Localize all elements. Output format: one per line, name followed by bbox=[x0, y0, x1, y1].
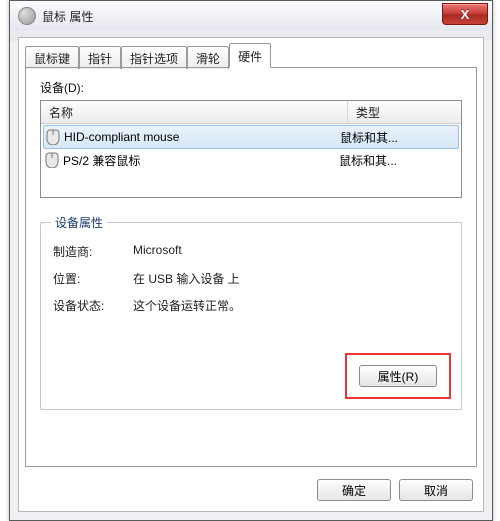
cell-device-name: HID-compliant mouse bbox=[46, 129, 336, 145]
manufacturer-label: 制造商: bbox=[53, 243, 133, 260]
mouse-app-icon bbox=[18, 7, 36, 25]
ok-button[interactable]: 确定 bbox=[317, 479, 391, 501]
titlebar[interactable]: 鼠标 属性 X bbox=[10, 1, 492, 31]
groupbox-title: 设备属性 bbox=[51, 214, 107, 231]
dialog-button-row: 确定 取消 bbox=[317, 479, 473, 501]
tab-hardware[interactable]: 硬件 bbox=[229, 43, 271, 68]
hardware-tab-page: 设备(D): 名称 类型 HID-compliant mouse 鼠标和其... bbox=[25, 67, 477, 467]
location-label: 位置: bbox=[53, 270, 133, 287]
manufacturer-value: Microsoft bbox=[133, 243, 449, 260]
status-row: 设备状态: 这个设备运转正常。 bbox=[53, 297, 449, 314]
mouse-properties-window: 鼠标 属性 X 鼠标键 指针 指针选项 滑轮 硬件 设备(D): 名称 类型 bbox=[9, 0, 493, 521]
tab-pointer-options[interactable]: 指针选项 bbox=[121, 46, 187, 69]
tab-label: 鼠标键 bbox=[34, 52, 70, 66]
cell-device-type: 鼠标和其... bbox=[336, 129, 456, 146]
list-item[interactable]: HID-compliant mouse 鼠标和其... bbox=[43, 125, 459, 149]
status-value: 这个设备运转正常。 bbox=[133, 297, 449, 314]
status-label: 设备状态: bbox=[53, 297, 133, 314]
close-icon: X bbox=[461, 7, 470, 22]
button-label: 属性(R) bbox=[378, 368, 419, 385]
highlight-box: 属性(R) bbox=[345, 353, 451, 399]
mouse-icon bbox=[46, 129, 60, 145]
cancel-button[interactable]: 取消 bbox=[399, 479, 473, 501]
device-properties-group: 设备属性 制造商: Microsoft 位置: 在 USB 输入设备 上 设备状… bbox=[40, 222, 462, 410]
listview-header: 名称 类型 bbox=[41, 101, 461, 124]
tab-label: 硬件 bbox=[238, 50, 262, 64]
window-title: 鼠标 属性 bbox=[42, 8, 442, 25]
location-row: 位置: 在 USB 输入设备 上 bbox=[53, 270, 449, 287]
tab-buttons[interactable]: 鼠标键 bbox=[25, 46, 79, 69]
mouse-icon bbox=[45, 152, 59, 168]
button-label: 取消 bbox=[424, 482, 448, 499]
column-name[interactable]: 名称 bbox=[41, 101, 348, 123]
device-name-text: PS/2 兼容鼠标 bbox=[63, 152, 140, 169]
devices-label: 设备(D): bbox=[40, 79, 462, 96]
tab-label: 指针 bbox=[88, 52, 112, 66]
cell-device-type: 鼠标和其... bbox=[335, 152, 457, 169]
client-area: 鼠标键 指针 指针选项 滑轮 硬件 设备(D): 名称 类型 HID-com bbox=[18, 37, 484, 512]
tab-strip: 鼠标键 指针 指针选项 滑轮 硬件 bbox=[19, 44, 483, 68]
tab-pointers[interactable]: 指针 bbox=[79, 46, 121, 69]
properties-button[interactable]: 属性(R) bbox=[359, 365, 437, 387]
devices-listview[interactable]: 名称 类型 HID-compliant mouse 鼠标和其... bbox=[40, 100, 462, 198]
close-button[interactable]: X bbox=[442, 3, 488, 25]
manufacturer-row: 制造商: Microsoft bbox=[53, 243, 449, 260]
list-item[interactable]: PS/2 兼容鼠标 鼠标和其... bbox=[41, 149, 461, 171]
tab-wheel[interactable]: 滑轮 bbox=[187, 46, 229, 69]
cell-device-name: PS/2 兼容鼠标 bbox=[45, 152, 335, 169]
column-type[interactable]: 类型 bbox=[348, 101, 461, 123]
tab-label: 指针选项 bbox=[130, 52, 178, 66]
tab-label: 滑轮 bbox=[196, 52, 220, 66]
button-label: 确定 bbox=[342, 482, 366, 499]
location-value: 在 USB 输入设备 上 bbox=[133, 270, 449, 287]
device-name-text: HID-compliant mouse bbox=[64, 130, 179, 144]
